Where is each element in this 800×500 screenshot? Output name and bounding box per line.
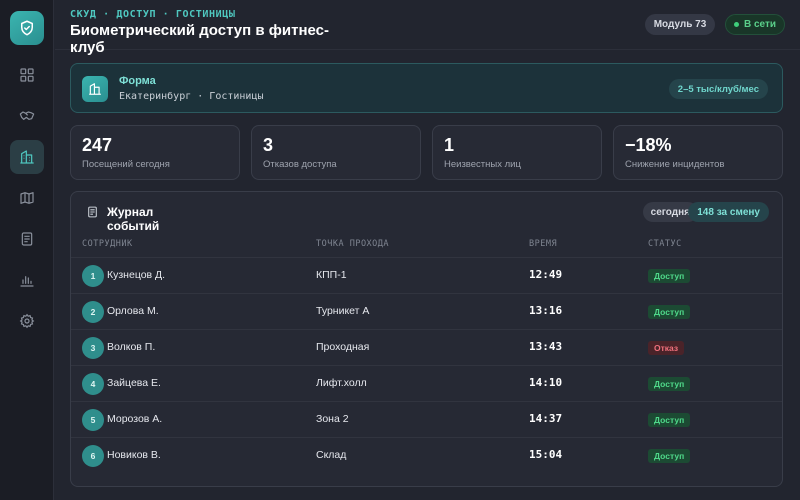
row-number-badge: 6 <box>82 445 104 467</box>
shift-count-badge: 148 за смену <box>688 202 769 222</box>
event-time: 13:16 <box>529 304 563 317</box>
stat-card-visits: 247 Посещений сегодня <box>70 125 240 180</box>
stat-value: −18% <box>625 135 672 155</box>
status-badge: Доступ <box>648 449 691 463</box>
column-header-status: СТАТУС <box>648 239 682 249</box>
stat-label: Снижение инцидентов <box>625 159 725 170</box>
stat-label: Отказов доступа <box>263 159 337 170</box>
table-row[interactable]: 4 Зайцева Е. Лифт.холл 14:10 Доступ <box>71 365 782 401</box>
event-time: 14:10 <box>529 376 563 389</box>
journal-title: Журнал событий <box>107 205 160 233</box>
row-number-badge: 4 <box>82 373 104 395</box>
form-title: Форма <box>119 75 156 87</box>
sidebar <box>0 0 54 500</box>
column-header-employee: СОТРУДНИК <box>82 239 133 249</box>
status-badge: Доступ <box>648 413 691 427</box>
access-point: Турникет А <box>316 305 370 317</box>
table-row[interactable]: 6 Новиков В. Склад 15:04 Доступ <box>71 437 782 473</box>
stat-card-denials: 3 Отказов доступа <box>251 125 421 180</box>
stat-value: 1 <box>444 135 455 155</box>
stat-label: Посещений сегодня <box>82 159 170 170</box>
event-time: 15:04 <box>529 448 563 461</box>
document-icon <box>88 206 97 218</box>
access-point: Лифт.холл <box>316 377 367 389</box>
employee-name: Кузнецов Д. <box>107 269 166 281</box>
stat-card-incidents: −18% Снижение инцидентов <box>613 125 783 180</box>
event-time: 12:49 <box>529 268 563 281</box>
bar-chart-icon <box>20 276 34 287</box>
access-point: КПП-1 <box>316 269 347 281</box>
map-icon <box>20 192 34 204</box>
form-icon-wrapper <box>82 76 108 102</box>
employee-name: Орлова М. <box>107 305 159 317</box>
access-point: Склад <box>316 449 347 461</box>
stat-value: 247 <box>82 135 113 155</box>
column-header-time: ВРЕМЯ <box>529 239 558 249</box>
nav-documents[interactable] <box>10 222 44 256</box>
employee-name: Волков П. <box>107 341 156 353</box>
event-time: 14:37 <box>529 412 563 425</box>
page-header: СКУД · ДОСТУП · ГОСТИНИЦЫ Биометрический… <box>55 0 800 56</box>
status-badge: Доступ <box>648 269 691 283</box>
stat-value: 3 <box>263 135 274 155</box>
form-subtitle: Екатеринбург · Гостиницы <box>119 91 264 102</box>
status-badge: Доступ <box>648 305 691 319</box>
breadcrumb: СКУД · ДОСТУП · ГОСТИНИЦЫ <box>70 9 236 20</box>
online-status-badge: В сети <box>725 14 785 35</box>
online-status-label: В сети <box>743 19 777 30</box>
access-point: Проходная <box>316 341 370 353</box>
table-header: СОТРУДНИК ТОЧКА ПРОХОДА ВРЕМЯ СТАТУС <box>71 233 782 257</box>
building-icon <box>89 83 101 95</box>
table-row[interactable]: 1 Кузнецов Д. КПП-1 12:49 Доступ <box>71 257 782 293</box>
dashboard-icon <box>20 68 34 82</box>
status-badge: Отказ <box>648 341 685 355</box>
stat-label: Неизвестных лиц <box>444 159 521 170</box>
table-row[interactable]: 3 Волков П. Проходная 13:43 Отказ <box>71 329 782 365</box>
module-badge: Модуль 73 <box>645 14 715 35</box>
handshake-icon <box>19 111 35 120</box>
nav-objects[interactable] <box>10 140 44 174</box>
settings-icon <box>19 313 35 329</box>
row-number-badge: 5 <box>82 409 104 431</box>
form-card[interactable]: Форма Екатеринбург · Гостиницы 2–5 тыс/к… <box>70 63 783 113</box>
main-content: СКУД · ДОСТУП · ГОСТИНИЦЫ Биометрический… <box>55 0 800 500</box>
column-header-point: ТОЧКА ПРОХОДА <box>316 239 390 249</box>
employee-name: Новиков В. <box>107 449 161 461</box>
row-number-badge: 2 <box>82 301 104 323</box>
events-journal: Журнал событий сегодня 148 за смену СОТР… <box>70 191 783 487</box>
nav-settings[interactable] <box>10 304 44 338</box>
building-icon <box>20 150 34 164</box>
status-dot-icon <box>733 22 739 27</box>
status-badge: Доступ <box>648 377 691 391</box>
nav-dashboard[interactable] <box>10 58 44 92</box>
shield-check-icon <box>21 20 33 36</box>
nav-analytics[interactable] <box>10 263 44 297</box>
row-number-badge: 1 <box>82 265 104 287</box>
access-point: Зона 2 <box>316 413 349 425</box>
nav-map[interactable] <box>10 181 44 215</box>
price-badge: 2–5 тыс/клуб/мес <box>668 79 768 99</box>
event-time: 13:43 <box>529 340 563 353</box>
page-title: Биометрический доступ в фитнес-клуб <box>70 22 329 56</box>
stat-card-unknown: 1 Неизвестных лиц <box>432 125 602 180</box>
employee-name: Морозов А. <box>107 413 163 425</box>
table-row[interactable]: 2 Орлова М. Турникет А 13:16 Доступ <box>71 293 782 329</box>
nav-partners[interactable] <box>10 99 44 133</box>
row-number-badge: 3 <box>82 337 104 359</box>
table-row[interactable]: 5 Морозов А. Зона 2 14:37 Доступ <box>71 401 782 437</box>
document-icon <box>21 232 33 246</box>
app-logo[interactable] <box>10 11 44 45</box>
employee-name: Зайцева Е. <box>107 377 161 389</box>
